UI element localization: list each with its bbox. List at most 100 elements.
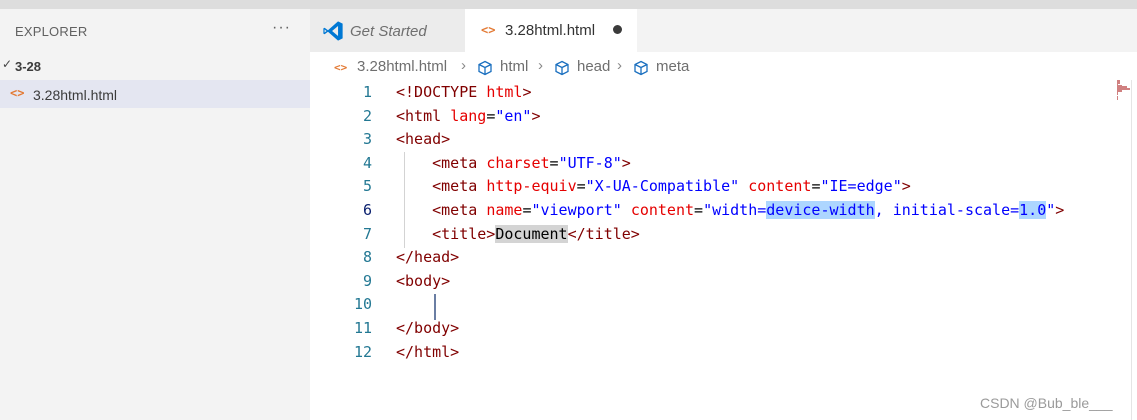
code-token: </head> — [396, 248, 460, 267]
more-actions-icon[interactable]: ··· — [272, 19, 291, 37]
window-top-strip — [0, 0, 1137, 9]
code-token: name — [486, 201, 523, 219]
folder-row[interactable]: ✓ 3-28 — [0, 55, 310, 79]
code-token: device-width — [766, 201, 875, 219]
code-line[interactable]: </body> — [396, 316, 459, 340]
tab-get-started[interactable]: Get Started — [310, 9, 465, 52]
breadcrumb-item-file[interactable]: 3.28html.html — [357, 58, 447, 75]
code-token: 1.0 — [1019, 201, 1047, 219]
code-token: charset — [486, 153, 550, 172]
watermark: CSDN @Bub_ble___ — [980, 395, 1113, 411]
code-line[interactable]: <!DOCTYPE html> — [396, 80, 531, 104]
code-token: "en" — [495, 106, 532, 125]
code-token: content — [748, 177, 812, 196]
breadcrumb-separator: › — [617, 57, 622, 74]
vscode-logo-icon — [323, 21, 343, 41]
code-token: </body> — [396, 319, 460, 337]
code-token: http-equiv — [486, 177, 577, 196]
code-line[interactable]: </html> — [396, 340, 459, 364]
line-number: 12 — [353, 342, 372, 361]
breadcrumb-separator: › — [538, 57, 543, 74]
line-number: 6 — [362, 201, 372, 219]
folder-name: 3-28 — [15, 59, 42, 74]
line-number: 10 — [353, 295, 372, 314]
code-token: > — [531, 106, 541, 125]
code-token: content — [630, 201, 695, 219]
code-token: = — [486, 106, 496, 125]
line-number: 2 — [362, 106, 372, 125]
code-token: > — [522, 83, 532, 101]
code-token: html — [486, 83, 523, 101]
code-token: > — [1055, 201, 1065, 219]
chevron-down-icon: ✓ — [2, 57, 13, 71]
breadcrumb-item-meta[interactable]: meta — [656, 58, 689, 75]
vertical-scrollbar[interactable] — [1131, 80, 1132, 420]
breadcrumb-separator: › — [461, 57, 466, 74]
code-line[interactable]: <meta name="viewport" content="width=dev… — [396, 198, 1064, 222]
code-token: </title> — [567, 224, 640, 243]
line-number: 1 — [362, 83, 372, 101]
code-token: " — [1046, 201, 1056, 219]
code-token: "UTF-8" — [558, 153, 622, 172]
cube-icon — [555, 60, 569, 76]
tab-label: 3.28html.html — [505, 22, 596, 39]
code-line[interactable]: <html lang="en"> — [396, 104, 541, 128]
code-token: Document — [495, 224, 568, 243]
code-token: </html> — [396, 342, 460, 361]
line-number: 4 — [362, 153, 372, 172]
line-number: 11 — [353, 319, 372, 337]
code-token: > — [621, 153, 631, 172]
code-token: <body> — [396, 271, 451, 290]
code-token: , initial-scale= — [874, 201, 1020, 219]
code-token: "IE=edge" — [820, 177, 902, 196]
minimap-line — [1117, 97, 1119, 100]
code-line[interactable]: </head> — [396, 245, 459, 269]
tab-3-28html[interactable]: <> 3.28html.html — [465, 9, 637, 52]
code-line[interactable]: <meta http-equiv="X-UA-Compatible" conte… — [396, 174, 911, 198]
code-line[interactable]: <head> — [396, 127, 450, 151]
code-token: > — [901, 177, 911, 196]
code-token: <meta — [432, 177, 487, 196]
line-number: 7 — [362, 224, 372, 243]
line-number: 5 — [362, 177, 372, 196]
unsaved-dot-icon[interactable] — [613, 25, 622, 34]
code-line[interactable]: <body> — [396, 269, 450, 293]
code-editor[interactable]: 1 2 3 4 5 6 7 8 9 10 11 12 <!DOCTYPE html> <html lan… — [310, 80, 1137, 420]
code-line[interactable]: <meta charset="UTF-8"> — [396, 151, 631, 175]
html-file-icon: <> — [334, 61, 348, 74]
code-token: <meta — [432, 153, 487, 172]
code-token: "viewport" — [531, 201, 622, 219]
breadcrumb-item-head[interactable]: head — [577, 58, 610, 75]
minimap-line — [1117, 92, 1119, 95]
file-item[interactable]: <> 3.28html.html — [0, 80, 310, 108]
breadcrumb: <> 3.28html.html › html › head › meta — [310, 52, 1137, 80]
code-token: <html — [396, 106, 451, 125]
line-number: 8 — [362, 248, 372, 267]
explorer-title: EXPLORER — [15, 24, 88, 39]
html-file-icon: <> — [10, 86, 25, 100]
code-token: lang — [450, 106, 487, 125]
code-token: <!DOCTYPE — [396, 83, 487, 101]
code-token: = — [694, 201, 704, 219]
code-token: <meta — [432, 201, 487, 219]
explorer-header: EXPLORER ··· — [0, 9, 310, 53]
cube-icon — [478, 60, 492, 76]
minimap[interactable] — [1117, 80, 1131, 100]
file-name: 3.28html.html — [33, 87, 118, 103]
explorer-sidebar: EXPLORER ··· ✓ 3-28 <> 3.28html.html — [0, 9, 310, 420]
code-line[interactable]: <title>Document</title> — [396, 222, 640, 246]
line-number: 9 — [362, 271, 372, 290]
code-token: <title> — [432, 224, 496, 243]
html-file-icon: <> — [481, 23, 496, 37]
line-number: 3 — [362, 130, 372, 149]
code-token: = — [576, 177, 586, 196]
editor-tab-bar: Get Started <> 3.28html.html — [310, 9, 1137, 52]
breadcrumb-item-html[interactable]: html — [500, 58, 528, 75]
cube-icon — [634, 60, 648, 76]
